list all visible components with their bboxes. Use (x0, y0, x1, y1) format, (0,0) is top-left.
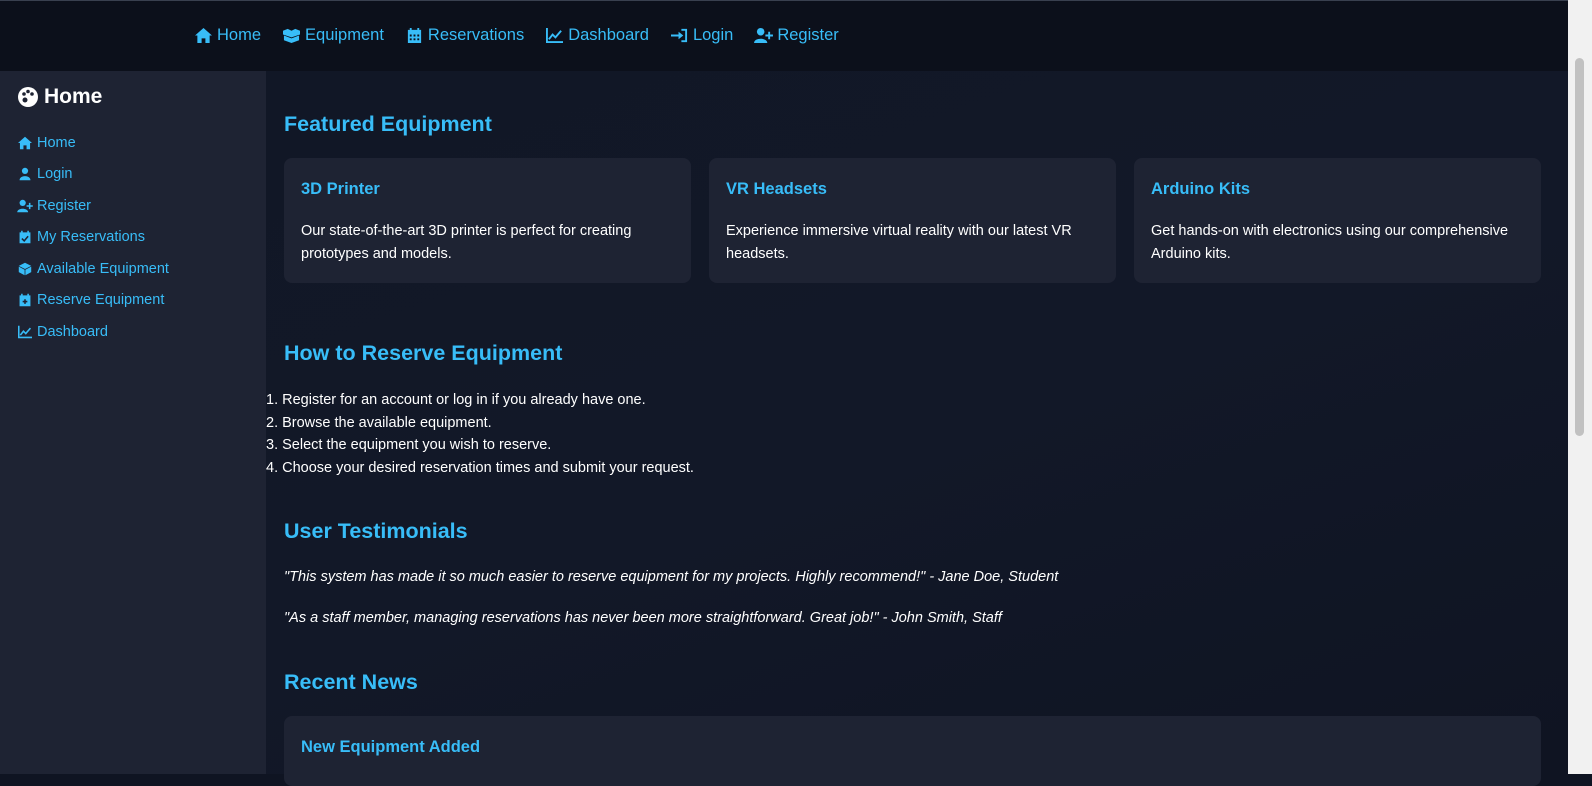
sidebar-item-reserve-equipment[interactable]: Reserve Equipment (17, 292, 164, 308)
home-icon (195, 27, 212, 44)
card-text: Our state-of-the-art 3D printer is perfe… (301, 223, 632, 262)
card-text: Get hands-on with electronics using our … (1151, 223, 1509, 262)
card-text: Experience immersive virtual reality wit… (726, 223, 1072, 262)
nav-login-label: Login (692, 26, 734, 44)
nav-home-label: Home (217, 26, 262, 44)
testimonial-quote: "This system has made it so much easier … (284, 569, 1059, 585)
reservation-steps-list: 1. Register for an account or log in if … (266, 389, 694, 479)
howto-heading: How to Reserve Equipment (284, 341, 563, 365)
news-heading: Recent News (284, 670, 418, 694)
nav-equipment-link[interactable]: Equipment (282, 26, 384, 45)
sidebar-title: Home (17, 85, 102, 109)
top-nav-links: Home Equipment Reservations Dashboard Lo… (194, 26, 860, 45)
sidebar-item-label: Login (37, 166, 73, 182)
equipment-card: Arduino Kits Get hands-on with electroni… (1134, 158, 1541, 283)
testimonial-quote: "As a staff member, managing reservation… (284, 610, 1002, 626)
equipment-card: VR Headsets Experience immersive virtual… (709, 158, 1116, 283)
sidebar-title-text: Home (44, 85, 103, 108)
sidebar-item-login[interactable]: Login (17, 166, 72, 182)
testimonials-heading: User Testimonials (284, 519, 468, 543)
nav-equipment-label: Equipment (305, 26, 384, 44)
featured-heading: Featured Equipment (284, 112, 492, 136)
nav-register-link[interactable]: Register (754, 26, 839, 45)
nav-login-link[interactable]: Login (670, 26, 733, 45)
sidebar-item-register[interactable]: Register (17, 198, 91, 214)
sign-in-icon (670, 28, 687, 43)
list-item: 4. Choose your desired reservation times… (266, 459, 694, 476)
equipment-card: 3D Printer Our state-of-the-art 3D print… (284, 158, 691, 283)
sidebar-item-label: Dashboard (37, 324, 108, 340)
scrollbar-thumb[interactable] (1575, 58, 1584, 436)
sidebar-item-label: My Reservations (37, 229, 145, 245)
palette-icon (18, 87, 38, 107)
news-card: New Equipment Added (284, 716, 1541, 786)
list-item: 2. Browse the available equipment. (266, 414, 492, 431)
card-title: VR Headsets (726, 180, 827, 198)
news-title: New Equipment Added (301, 738, 481, 756)
nav-register-label: Register (777, 26, 839, 44)
user-icon (19, 167, 31, 181)
calendar-plus-icon (19, 293, 31, 307)
boxes-icon (283, 28, 301, 44)
user-plus-icon (754, 27, 774, 44)
page-scrollbar[interactable] (1568, 0, 1592, 774)
nav-dashboard-link[interactable]: Dashboard (545, 26, 649, 45)
home-icon (18, 136, 32, 150)
sidebar-item-home[interactable]: Home (17, 135, 76, 151)
sidebar-item-dashboard[interactable]: Dashboard (17, 324, 108, 340)
nav-reservations-label: Reservations (427, 26, 525, 44)
sidebar-item-label: Reserve Equipment (37, 292, 165, 308)
top-navbar: Home Equipment Reservations Dashboard Lo… (0, 0, 1568, 71)
nav-home-link[interactable]: Home (194, 26, 261, 45)
sidebar-item-my-reservations[interactable]: My Reservations (17, 229, 145, 245)
sidebar-item-available-equipment[interactable]: Available Equipment (17, 261, 169, 277)
sidebar-item-label: Available Equipment (37, 261, 169, 277)
calendar-icon (407, 27, 422, 44)
calendar-check-icon (19, 230, 31, 244)
chart-line-icon (18, 325, 32, 339)
list-item: 1. Register for an account or log in if … (266, 392, 646, 408)
sidebar-item-label: Home (37, 135, 76, 151)
card-title: Arduino Kits (1151, 180, 1250, 198)
list-item: 3. Select the equipment you wish to rese… (266, 437, 552, 454)
nav-reservations-link[interactable]: Reservations (405, 26, 524, 45)
chart-line-icon (546, 27, 564, 44)
box-icon (18, 262, 32, 276)
user-plus-icon (17, 199, 33, 213)
card-title: 3D Printer (301, 180, 380, 198)
sidebar-item-label: Register (37, 198, 91, 214)
nav-dashboard-label: Dashboard (568, 26, 649, 44)
